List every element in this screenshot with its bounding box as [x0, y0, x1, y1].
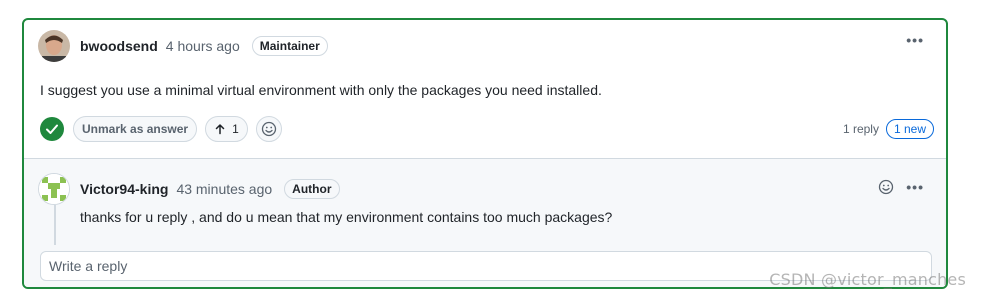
- maintainer-badge: Maintainer: [251, 36, 328, 56]
- avatar[interactable]: [38, 30, 70, 62]
- author-badge: Author: [284, 179, 340, 199]
- reply-actions: •••: [878, 179, 924, 195]
- upvote-count: 1: [232, 122, 239, 136]
- timestamp[interactable]: 43 minutes ago: [176, 181, 272, 197]
- thread-line: [54, 205, 56, 245]
- reply-info: 1 reply 1 new: [843, 119, 934, 139]
- smiley-icon: [261, 121, 276, 137]
- answer-header: bwoodsend 4 hours ago Maintainer: [38, 30, 328, 62]
- answer-action-row: Unmark as answer 1 1 reply 1 new: [40, 116, 934, 142]
- upvote-button[interactable]: 1: [205, 116, 248, 142]
- answer-body: I suggest you use a minimal virtual envi…: [40, 82, 602, 98]
- add-reaction-button[interactable]: [255, 116, 282, 142]
- avatar[interactable]: [38, 173, 70, 205]
- reply-count[interactable]: 1 reply: [843, 122, 879, 136]
- author-name[interactable]: bwoodsend: [80, 38, 158, 54]
- author-name[interactable]: Victor94-king: [80, 181, 168, 197]
- accepted-answer-card: bwoodsend 4 hours ago Maintainer ••• I s…: [22, 18, 948, 289]
- unmark-as-answer-button[interactable]: Unmark as answer: [73, 116, 198, 142]
- arrow-up-icon: [215, 124, 225, 135]
- more-options-icon[interactable]: •••: [906, 179, 924, 195]
- smiley-icon[interactable]: [878, 179, 894, 195]
- reply-body: thanks for u reply , and do u mean that …: [80, 209, 613, 225]
- watermark: CSDN @victor_manches: [769, 270, 966, 289]
- new-replies-badge[interactable]: 1 new: [885, 119, 934, 139]
- more-options-icon[interactable]: •••: [906, 32, 924, 48]
- reply-header: Victor94-king 43 minutes ago Author: [38, 173, 340, 205]
- marked-answer-check-icon: [40, 117, 64, 141]
- timestamp[interactable]: 4 hours ago: [166, 38, 240, 54]
